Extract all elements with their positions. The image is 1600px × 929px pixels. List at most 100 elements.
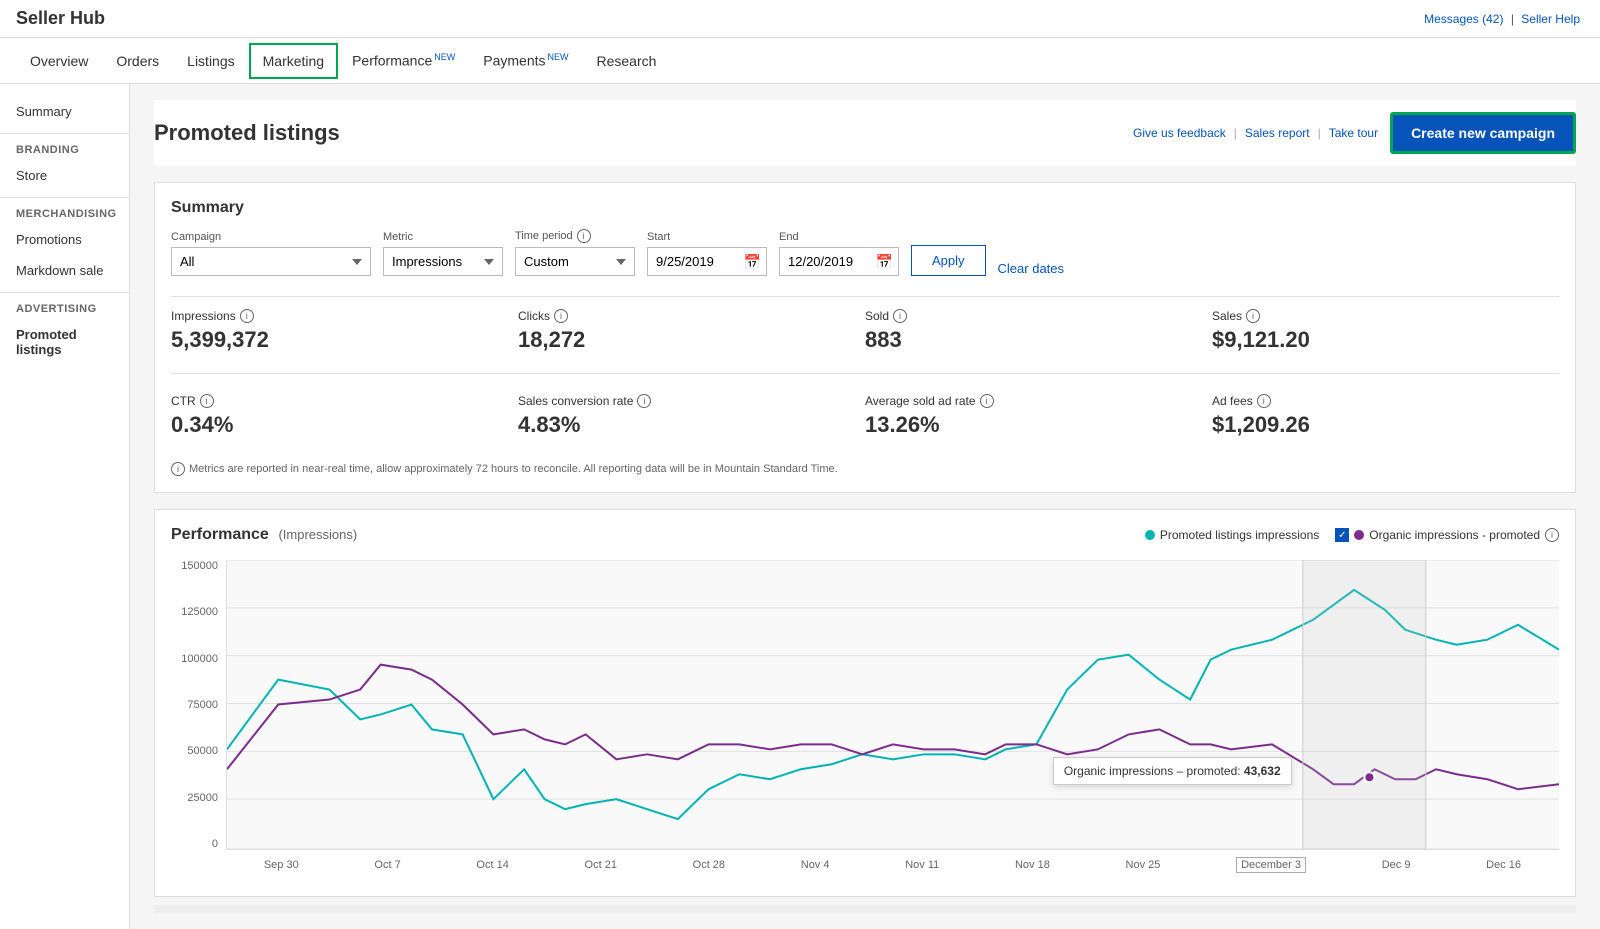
ad-fees-label: Ad fees i	[1212, 394, 1559, 408]
scroll-bar[interactable]	[154, 905, 1576, 913]
metric-filter-group: Metric Impressions	[383, 231, 503, 276]
start-calendar-icon[interactable]: 📅	[744, 253, 761, 270]
summary-title: Summary	[171, 199, 1559, 217]
sidebar-section-branding: BRANDING	[0, 133, 129, 160]
nav-overview[interactable]: Overview	[16, 41, 102, 81]
scr-info-icon[interactable]: i	[637, 394, 651, 408]
tooltip-label: Organic impressions – promoted:	[1064, 764, 1241, 778]
stat-avg-ad-rate: Average sold ad rate i 13.26%	[865, 382, 1212, 450]
header-links: Give us feedback | Sales report | Take t…	[1133, 126, 1378, 140]
performance-chart: 150000 125000 100000 75000 50000 25000 0	[171, 560, 1559, 880]
impressions-value: 5,399,372	[171, 327, 518, 353]
stat-clicks: Clicks i 18,272	[518, 297, 865, 365]
start-input-wrapper: 📅	[647, 247, 767, 276]
stat-scr: Sales conversion rate i 4.83%	[518, 382, 865, 450]
sales-report-link[interactable]: Sales report	[1245, 126, 1310, 140]
page-header: Promoted listings Give us feedback | Sal…	[154, 100, 1576, 166]
sold-info-icon[interactable]: i	[893, 309, 907, 323]
nav-marketing[interactable]: Marketing	[249, 43, 338, 79]
clicks-label: Clicks i	[518, 309, 865, 323]
sidebar-promotions[interactable]: Promotions	[0, 224, 129, 255]
summary-box: Summary Campaign All Metric Impressions	[154, 182, 1576, 493]
nav-payments[interactable]: PaymentsNEW	[469, 40, 582, 81]
layout: Summary BRANDING Store MERCHANDISING Pro…	[0, 84, 1600, 929]
time-period-select[interactable]: Custom	[515, 247, 635, 276]
seller-help-link[interactable]: Seller Help	[1521, 12, 1580, 26]
chart-y-axis: 150000 125000 100000 75000 50000 25000 0	[171, 560, 226, 850]
page-title: Promoted listings	[154, 120, 340, 146]
legend-organic: Organic impressions - promoted i	[1335, 528, 1559, 542]
stats-row-2: CTR i 0.34% Sales conversion rate i 4.83…	[171, 373, 1559, 450]
nav-bar: Overview Orders Listings Marketing Perfo…	[0, 38, 1600, 84]
impressions-label: Impressions i	[171, 309, 518, 323]
sidebar-markdown-sale[interactable]: Markdown sale	[0, 255, 129, 286]
stat-ad-fees: Ad fees i $1,209.26	[1212, 382, 1559, 450]
top-bar-right: Messages (42) | Seller Help	[1420, 12, 1584, 26]
stat-ctr: CTR i 0.34%	[171, 382, 518, 450]
end-input-wrapper: 📅	[779, 247, 899, 276]
messages-link[interactable]: Messages (42)	[1424, 12, 1503, 26]
chart-svg	[227, 560, 1559, 849]
sidebar-section-advertising: ADVERTISING	[0, 292, 129, 319]
avg-ad-rate-info-icon[interactable]: i	[980, 394, 994, 408]
sidebar-summary[interactable]: Summary	[0, 96, 129, 127]
chart-area: Organic impressions – promoted: 43,632	[226, 560, 1559, 850]
nav-research[interactable]: Research	[583, 41, 671, 81]
chart-x-axis: Sep 30 Oct 7 Oct 14 Oct 21 Oct 28 Nov 4 …	[226, 850, 1559, 880]
ad-fees-value: $1,209.26	[1212, 412, 1559, 438]
ctr-info-icon[interactable]: i	[200, 394, 214, 408]
sales-label: Sales i	[1212, 309, 1559, 323]
campaign-select[interactable]: All	[171, 247, 371, 276]
sales-info-icon[interactable]: i	[1246, 309, 1260, 323]
sidebar-promoted-listings[interactable]: Promoted listings	[0, 319, 129, 365]
create-campaign-button[interactable]: Create new campaign	[1390, 112, 1576, 154]
time-period-info-icon[interactable]: i	[577, 229, 591, 243]
avg-ad-rate-value: 13.26%	[865, 412, 1212, 438]
highlighted-date-label: December 3	[1236, 857, 1306, 873]
chart-legend: Promoted listings impressions Organic im…	[1145, 528, 1559, 542]
performance-subtitle: (Impressions)	[278, 527, 357, 542]
stat-sales: Sales i $9,121.20	[1212, 297, 1559, 365]
apply-button[interactable]: Apply	[911, 245, 986, 276]
clicks-info-icon[interactable]: i	[554, 309, 568, 323]
chart-tooltip: Organic impressions – promoted: 43,632	[1053, 757, 1292, 785]
performance-header: Performance (Impressions) Promoted listi…	[171, 526, 1559, 544]
performance-title: Performance	[171, 526, 269, 543]
stats-row-1: Impressions i 5,399,372 Clicks i 18,272 …	[171, 296, 1559, 365]
end-calendar-icon[interactable]: 📅	[876, 253, 893, 270]
organic-legend-checkbox[interactable]	[1335, 528, 1349, 542]
sidebar-store[interactable]: Store	[0, 160, 129, 191]
time-period-label: Time period i	[515, 229, 635, 243]
ad-fees-info-icon[interactable]: i	[1257, 394, 1271, 408]
tooltip-value: 43,632	[1244, 764, 1281, 778]
sold-label: Sold i	[865, 309, 1212, 323]
promoted-legend-dot	[1145, 530, 1155, 540]
impressions-info-icon[interactable]: i	[240, 309, 254, 323]
ctr-value: 0.34%	[171, 412, 518, 438]
main-content: Promoted listings Give us feedback | Sal…	[130, 84, 1600, 929]
start-label: Start	[647, 231, 767, 243]
performance-title-area: Performance (Impressions)	[171, 526, 357, 544]
metric-select[interactable]: Impressions	[383, 247, 503, 276]
nav-orders[interactable]: Orders	[102, 41, 173, 81]
disclaimer: i Metrics are reported in near-real time…	[171, 462, 1559, 476]
organic-legend-dot	[1354, 530, 1364, 540]
nav-listings[interactable]: Listings	[173, 41, 248, 81]
sales-value: $9,121.20	[1212, 327, 1559, 353]
stat-impressions: Impressions i 5,399,372	[171, 297, 518, 365]
sold-value: 883	[865, 327, 1212, 353]
avg-ad-rate-label: Average sold ad rate i	[865, 394, 1212, 408]
organic-legend-info-icon[interactable]: i	[1545, 528, 1559, 542]
filter-row: Campaign All Metric Impressions Time per…	[171, 229, 1559, 276]
nav-performance[interactable]: PerformanceNEW	[338, 40, 469, 81]
top-bar: Seller Hub Messages (42) | Seller Help	[0, 0, 1600, 38]
clear-dates-button[interactable]: Clear dates	[998, 261, 1064, 276]
clicks-value: 18,272	[518, 327, 865, 353]
promoted-legend-label: Promoted listings impressions	[1160, 528, 1319, 542]
legend-promoted: Promoted listings impressions	[1145, 528, 1319, 542]
ctr-label: CTR i	[171, 394, 518, 408]
app-title: Seller Hub	[16, 8, 105, 29]
take-tour-link[interactable]: Take tour	[1329, 126, 1378, 140]
give-feedback-link[interactable]: Give us feedback	[1133, 126, 1226, 140]
scr-label: Sales conversion rate i	[518, 394, 865, 408]
